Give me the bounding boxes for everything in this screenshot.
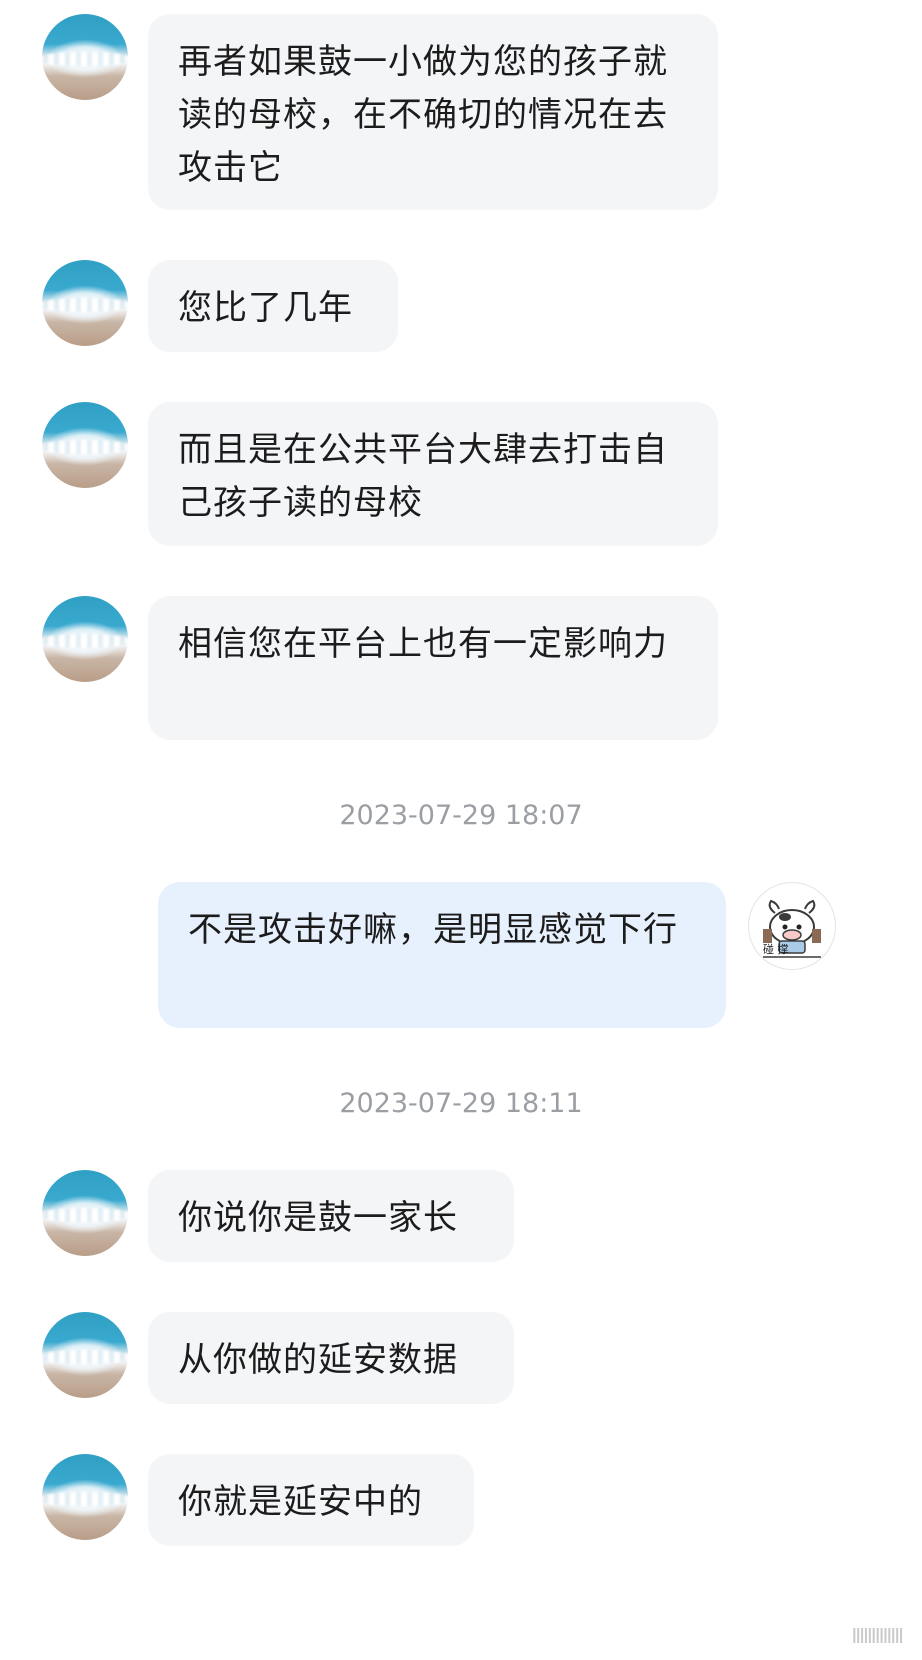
- sticker-text: 碰 撑: [763, 942, 789, 956]
- contact-avatar[interactable]: [42, 1170, 128, 1256]
- contact-avatar[interactable]: [42, 14, 128, 100]
- contact-avatar[interactable]: [42, 596, 128, 682]
- message-bubble[interactable]: 从你做的延安数据: [148, 1312, 514, 1404]
- timestamp: 2023-07-29 18:07: [339, 800, 583, 831]
- message-bubble[interactable]: 你就是延安中的: [148, 1454, 474, 1546]
- message-bubble[interactable]: 您比了几年: [148, 260, 398, 352]
- contact-avatar[interactable]: [42, 402, 128, 488]
- cow-sticker-icon: 碰 撑: [763, 899, 821, 958]
- message-bubble[interactable]: 而且是在公共平台大肆去打击自己孩子读的母校: [148, 402, 718, 546]
- contact-avatar[interactable]: [42, 260, 128, 346]
- message-bubble[interactable]: 相信您在平台上也有一定影响力: [148, 596, 718, 740]
- message-bubble[interactable]: 你说你是鼓一家长: [148, 1170, 514, 1262]
- contact-avatar[interactable]: [42, 1454, 128, 1540]
- watermark: IIIIIIIIIIIII: [851, 1624, 904, 1648]
- message-bubble[interactable]: 再者如果鼓一小做为您的孩子就读的母校，在不确切的情况在去攻击它: [148, 14, 718, 210]
- user-avatar[interactable]: 碰 撑: [748, 882, 836, 970]
- contact-avatar[interactable]: [42, 1312, 128, 1398]
- timestamp: 2023-07-29 18:11: [339, 1088, 583, 1119]
- message-bubble-outgoing[interactable]: 不是攻击好嘛，是明显感觉下行: [158, 882, 726, 1028]
